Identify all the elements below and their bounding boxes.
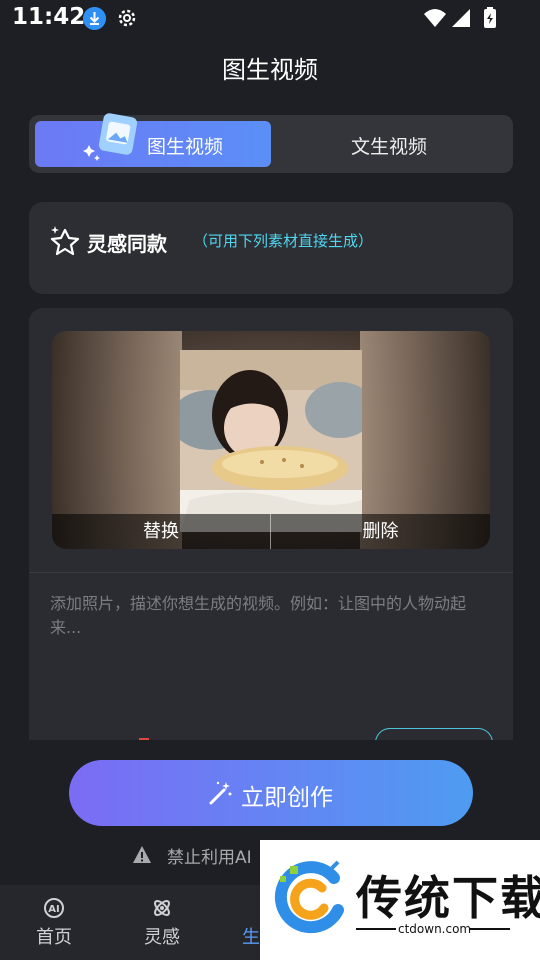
tab-image-to-video[interactable]: 图生视频 [35,113,271,167]
ctdown-logo-icon [274,860,344,934]
watermark-url: ctdown.com [398,922,472,936]
watermark: 传统下载 ctdown.com [260,840,540,960]
inspiration-title: 灵感同款 [87,232,167,256]
status-time: 11:42 [12,4,86,30]
photo-preview: 替换 删除 [52,331,490,549]
sparkle-star-icon [50,226,80,256]
warning-text: 禁止利用AI [167,848,252,868]
watermark-line-right [470,928,510,930]
inspiration-subtitle: （可用下列素材直接生成） [193,232,374,250]
card-divider [29,572,513,573]
replace-photo-button[interactable]: 替换 [52,514,271,549]
watermark-line-left [356,928,396,930]
tab-text-to-video[interactable]: 文生视频 [271,121,507,167]
magic-wand-icon [209,781,232,805]
uploaded-photo [180,350,362,532]
system-status-icons [424,7,496,28]
inspiration-card[interactable]: 灵感同款 （可用下列素材直接生成） [29,202,513,294]
tab-text-to-video-label: 文生视频 [350,136,427,158]
prompt-input[interactable]: 添加照片，描述你想生成的视频。例如：让图中的人物动起来... [50,592,492,640]
mode-tabs: 图生视频 文生视频 [29,113,513,173]
warning-icon [133,846,151,863]
photo-action-bar: 替换 删除 [52,514,490,549]
atom-icon [154,900,170,916]
settings-status-icon [118,9,136,27]
status-bar: 11:42 [0,0,540,40]
nav-item-inspiration[interactable]: 灵感 [127,895,197,955]
upload-card: 替换 删除 添加照片，描述你想生成的视频。例如：让图中的人物动起来... [29,308,513,740]
watermark-brand: 传统下载 [356,871,540,925]
create-now-button[interactable]: 立即创作 [69,760,473,826]
delete-photo-button[interactable]: 删除 [271,514,490,549]
nav-label-home: 首页 [36,927,72,948]
ai-icon: AI [44,898,64,918]
image-icon [83,113,138,161]
create-now-label: 立即创作 [241,785,333,811]
nav-label-inspiration: 灵感 [144,927,180,948]
red-indicator [139,738,149,740]
nav-item-home[interactable]: AI 首页 [19,895,89,955]
download-status-icon [83,7,106,30]
tab-image-to-video-label: 图生视频 [147,136,224,158]
svg-text:AI: AI [48,904,59,915]
page-title: 图生视频 [222,56,318,84]
partial-pill-button[interactable] [375,728,493,740]
